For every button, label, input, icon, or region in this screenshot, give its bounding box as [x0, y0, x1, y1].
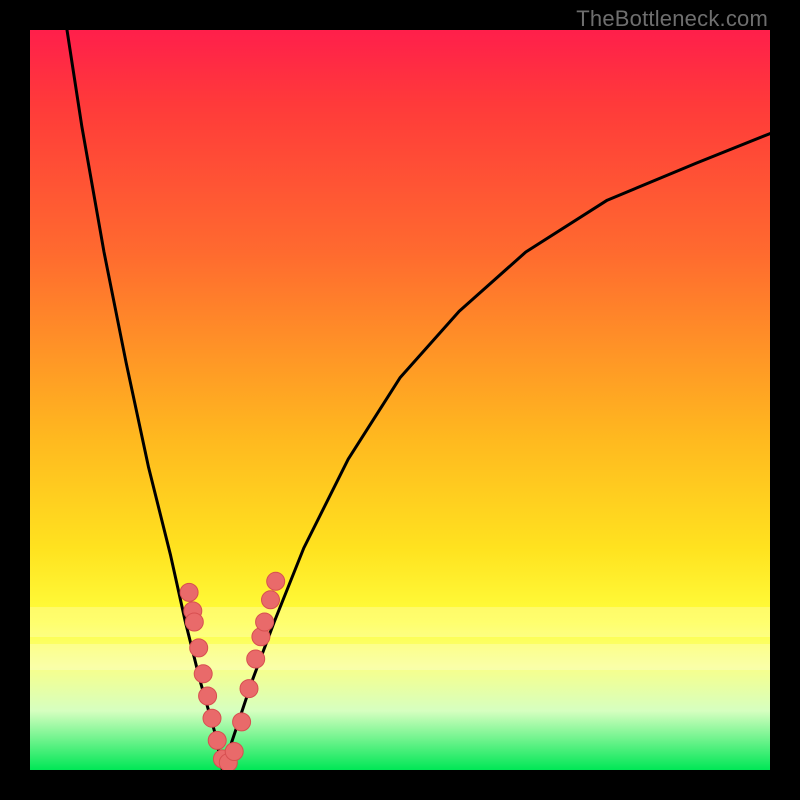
curve-right-branch	[222, 134, 770, 770]
plot-area	[30, 30, 770, 770]
data-marker	[194, 665, 212, 683]
chart-frame: TheBottleneck.com	[0, 0, 800, 800]
watermark-text: TheBottleneck.com	[576, 6, 768, 32]
data-marker	[190, 639, 208, 657]
data-marker	[185, 613, 203, 631]
data-marker	[225, 743, 243, 761]
data-marker	[233, 713, 251, 731]
data-marker	[180, 583, 198, 601]
curve-group	[67, 30, 770, 770]
data-marker	[256, 613, 274, 631]
data-marker	[203, 709, 221, 727]
data-marker	[267, 572, 285, 590]
data-marker	[247, 650, 265, 668]
curve-left-branch	[67, 30, 222, 770]
chart-svg	[30, 30, 770, 770]
data-marker	[208, 731, 226, 749]
data-marker	[199, 687, 217, 705]
data-marker	[262, 591, 280, 609]
data-marker	[240, 680, 258, 698]
